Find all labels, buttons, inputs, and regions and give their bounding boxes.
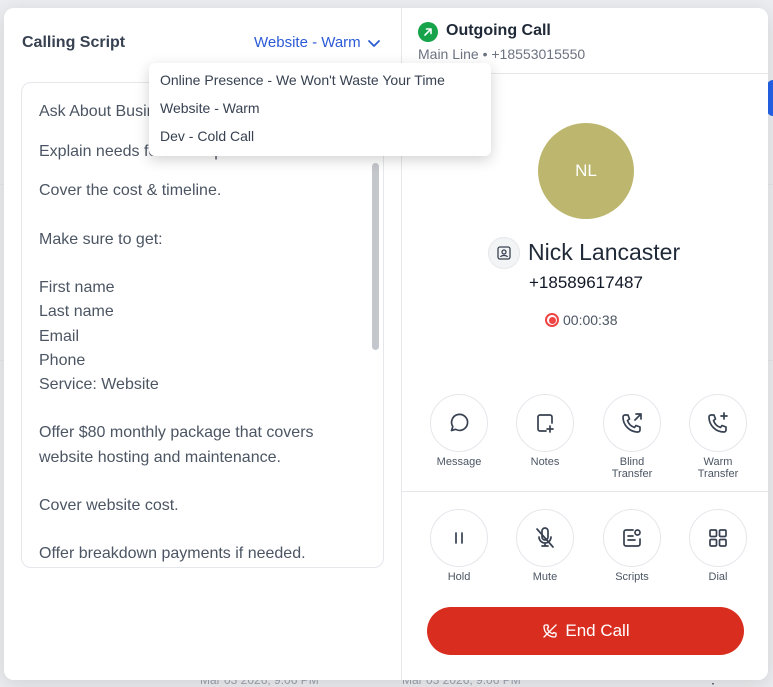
script-scrollbar[interactable] bbox=[372, 163, 379, 350]
pause-icon[interactable] bbox=[430, 509, 488, 567]
call-timer-value: 00:00:38 bbox=[563, 312, 618, 328]
script-line bbox=[39, 252, 364, 276]
script-text: Ask About Business. Explain needs for on… bbox=[39, 100, 364, 567]
script-title: Calling Script bbox=[22, 34, 126, 51]
scripts-button[interactable]: Scripts bbox=[587, 509, 677, 583]
blind-transfer-icon[interactable] bbox=[603, 394, 661, 452]
script-line: Cover the cost & timeline. bbox=[39, 182, 222, 200]
script-line: Offer $80 monthly package that covers we… bbox=[39, 424, 314, 466]
script-panel: Calling Script Website - Warm Ask About … bbox=[4, 8, 491, 680]
outgoing-call-icon bbox=[418, 22, 438, 42]
recording-icon bbox=[545, 313, 559, 327]
action-label: Hold bbox=[447, 571, 471, 583]
script-line bbox=[39, 204, 364, 228]
call-widget: Calling Script Website - Warm Ask About … bbox=[4, 8, 768, 680]
contact-name: Nick Lancaster bbox=[528, 239, 681, 265]
notes-icon[interactable] bbox=[516, 394, 574, 452]
dropdown-option[interactable]: Website - Warm bbox=[149, 94, 491, 122]
script-line: Offer breakdown payments if needed. bbox=[39, 545, 306, 563]
script-line: First name bbox=[39, 279, 115, 297]
action-label: Mute bbox=[532, 571, 558, 583]
call-line-info: Main Line • +18553015550 bbox=[418, 46, 586, 62]
script-dropdown-menu: Online Presence - We Won't Waste Your Ti… bbox=[149, 63, 491, 156]
action-label: Message bbox=[436, 456, 482, 468]
call-status-title: Outgoing Call bbox=[446, 22, 551, 39]
notes-button[interactable]: Notes bbox=[500, 394, 590, 468]
dial-button[interactable]: Dial bbox=[673, 509, 763, 583]
warm-transfer-icon[interactable] bbox=[689, 394, 747, 452]
script-selector[interactable]: Website - Warm bbox=[254, 34, 381, 51]
mic-off-icon[interactable] bbox=[516, 509, 574, 567]
script-line: Cover website cost. bbox=[39, 496, 179, 514]
warm-transfer-button[interactable]: Warm Transfer bbox=[673, 394, 763, 480]
script-line: Email bbox=[39, 327, 80, 345]
message-icon[interactable] bbox=[430, 394, 488, 452]
dropdown-option[interactable]: Online Presence - We Won't Waste Your Ti… bbox=[149, 66, 491, 94]
script-line: Make sure to get: bbox=[39, 230, 163, 248]
action-label: Warm Transfer bbox=[697, 456, 739, 480]
script-selected-label: Website - Warm bbox=[254, 34, 361, 51]
script-line bbox=[39, 470, 364, 494]
action-label: Scripts bbox=[615, 571, 649, 583]
script-line bbox=[39, 397, 364, 421]
action-label: Notes bbox=[530, 456, 560, 468]
chevron-down-icon bbox=[367, 39, 380, 47]
hold-button[interactable]: Hold bbox=[414, 509, 504, 583]
end-call-icon bbox=[543, 624, 558, 638]
avatar: NL bbox=[538, 123, 634, 219]
end-call-label: End Call bbox=[565, 621, 630, 640]
end-call-button[interactable]: End Call bbox=[427, 607, 744, 655]
call-timer: 00:00:38 bbox=[545, 312, 618, 328]
script-line: Service: Website bbox=[39, 376, 159, 393]
script-line bbox=[39, 518, 364, 542]
blind-transfer-button[interactable]: Blind Transfer bbox=[587, 394, 677, 480]
scripts-icon[interactable] bbox=[603, 509, 661, 567]
script-line: Phone bbox=[39, 351, 86, 369]
action-label: Dial bbox=[708, 571, 728, 583]
message-button[interactable]: Message bbox=[414, 394, 504, 468]
contact-phone: +18589617487 bbox=[529, 273, 643, 292]
script-line: Last name bbox=[39, 303, 114, 321]
contact-card-icon[interactable] bbox=[488, 237, 520, 269]
mute-button[interactable]: Mute bbox=[500, 509, 590, 583]
actions-divider bbox=[402, 491, 768, 492]
dropdown-option[interactable]: Dev - Cold Call bbox=[149, 122, 491, 150]
dialpad-icon[interactable] bbox=[689, 509, 747, 567]
action-label: Blind Transfer bbox=[611, 456, 653, 480]
